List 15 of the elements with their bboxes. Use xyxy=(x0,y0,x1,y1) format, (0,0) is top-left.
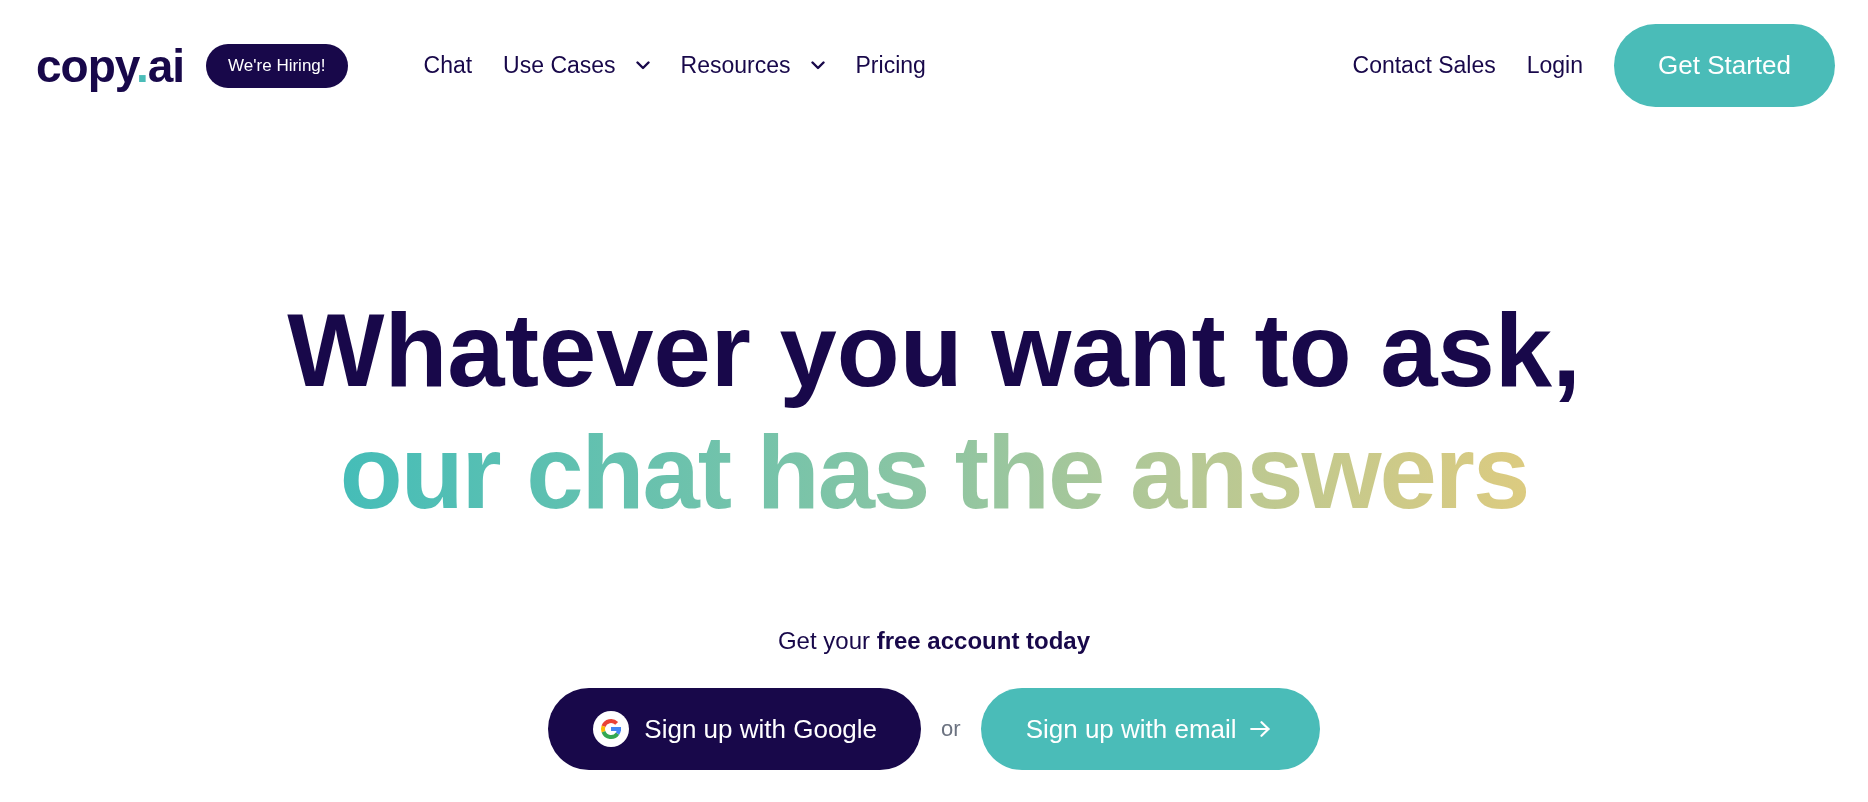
hiring-badge[interactable]: We're Hiring! xyxy=(206,43,348,88)
nav-item[interactable]: Pricing xyxy=(855,51,926,80)
subtitle: Get your free account today xyxy=(777,626,1091,656)
or-label: or xyxy=(941,716,961,742)
nav-item[interactable]: Resources xyxy=(680,51,825,80)
heading-line: Whatever you want to ask, xyxy=(287,292,1581,410)
chevron-down-icon xyxy=(635,61,650,70)
nav-link[interactable]: Login xyxy=(1526,51,1583,80)
nav-item[interactable]: Use Cases xyxy=(503,51,650,80)
nav-item[interactable]: Chat xyxy=(423,51,473,80)
arrow-right-icon xyxy=(1249,721,1270,737)
g-logo-icon xyxy=(593,711,630,747)
google-signup-button[interactable]: Sign up with Google xyxy=(548,688,922,770)
chevron-down-icon xyxy=(810,61,825,70)
nav-link[interactable]: Contact Sales xyxy=(1352,51,1496,80)
